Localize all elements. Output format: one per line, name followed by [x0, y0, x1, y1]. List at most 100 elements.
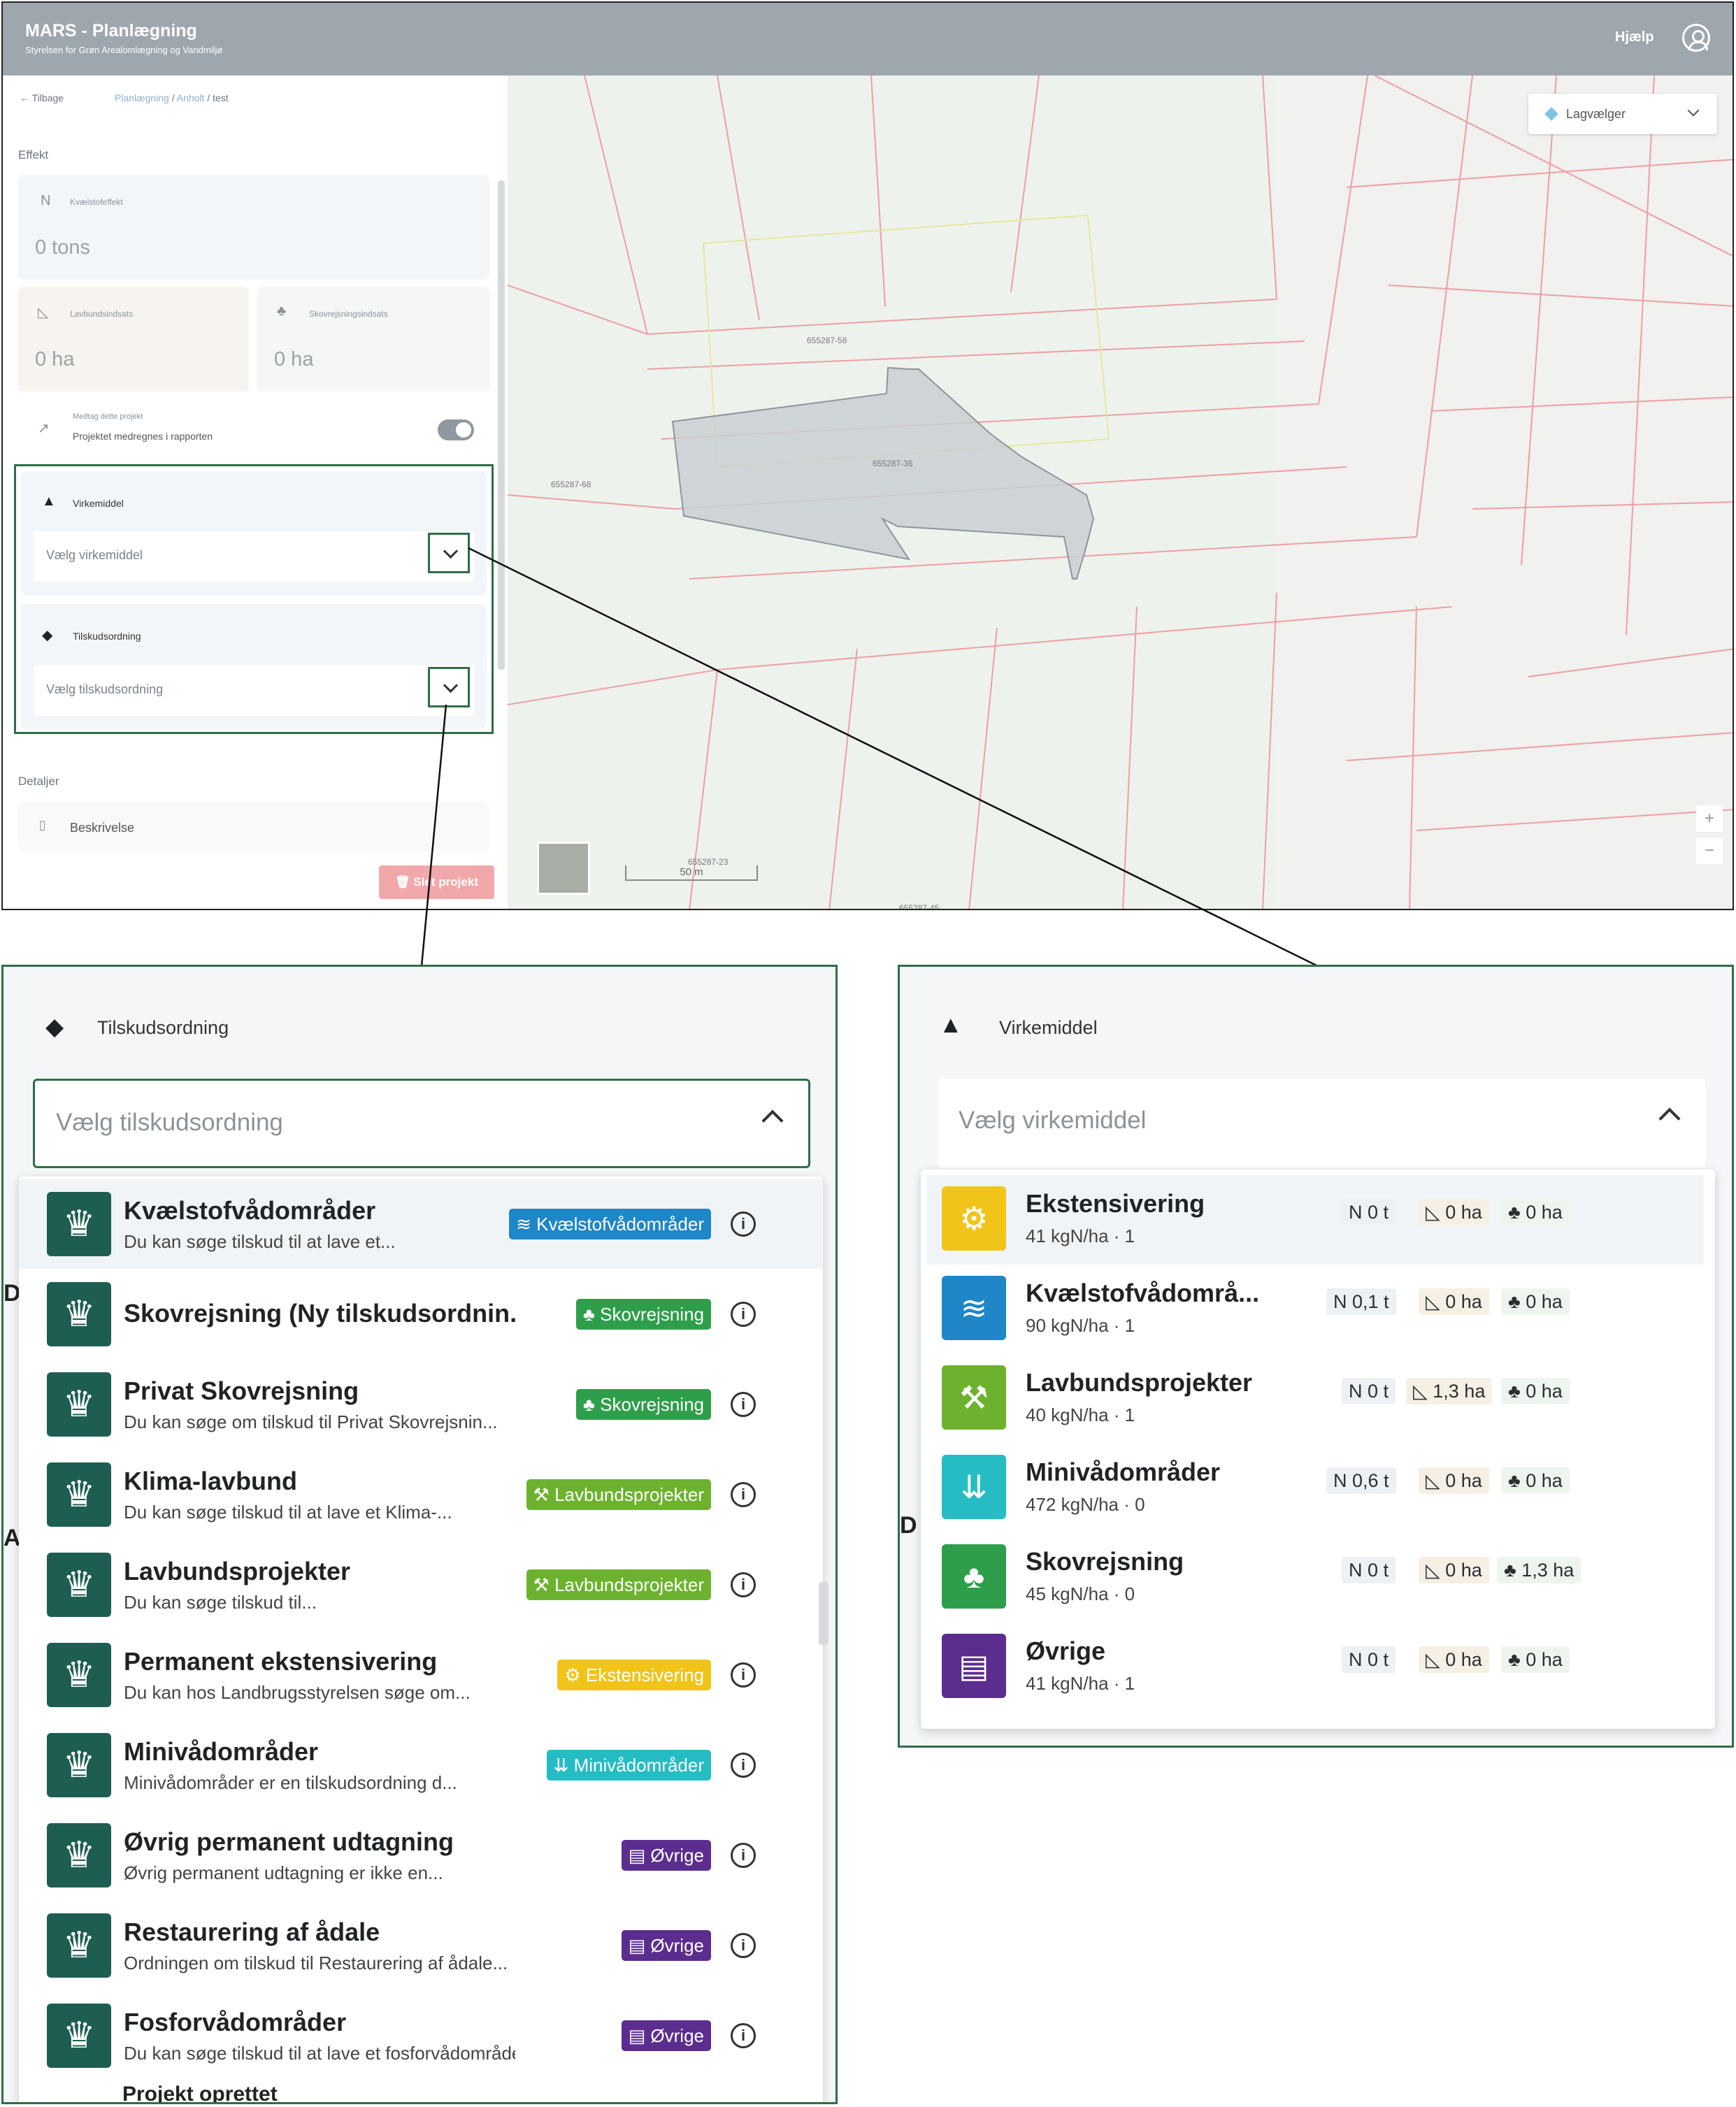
skov-stat-value: 0 ha — [1526, 1649, 1563, 1670]
tilskud-option[interactable]: ♛ Skovrejsning (Ny tilskudsordnin... ♣ Sko… — [19, 1270, 823, 1359]
tilskud-option[interactable]: ♛ Permanent ekstensivering Du kan hos Land… — [19, 1630, 823, 1720]
tag-icon: ♣ — [582, 1394, 595, 1415]
tilskud-option-desc: Minivådområder er en tilskudsordning d..… — [124, 1772, 457, 1793]
lavbund-stat-value: 0 ha — [1445, 1202, 1482, 1223]
virkemiddel-category-icon: ♣ — [942, 1544, 1006, 1609]
virkemiddel-option[interactable]: ⇊ Minivådområder 472 kgN/ha · 0 N 0,6 t ◺ 0 … — [926, 1444, 1704, 1533]
tilskud-option-title: Minivådområder — [124, 1737, 319, 1766]
tilskud-option[interactable]: ♛ Kvælstofvådområder Du kan søge tilskud t… — [19, 1179, 823, 1269]
skov-stat-value: 1,3 ha — [1521, 1560, 1574, 1581]
tilskud-option-desc: Ordningen om tilskud til Restaurering af… — [124, 1953, 508, 1973]
background-peek: D — [900, 1512, 917, 1539]
virkemiddel-category-icon: ⚙ — [942, 1186, 1006, 1251]
tilskud-option-desc: Du kan søge tilskud til at lave et... — [124, 1231, 396, 1252]
tilskud-panel-title: Tilskudsordning — [97, 1017, 229, 1038]
tilskud-option-desc: Du kan hos Landbrugsstyrelsen søge om... — [124, 1682, 471, 1703]
nitrogen-stat: N 0 t — [1342, 1557, 1396, 1583]
virkemiddel-panel-placeholder: Vælg virkemiddel — [959, 1107, 1147, 1134]
virkemiddel-option[interactable]: ♣ Skovrejsning 45 kgN/ha · 0 N 0 t ◺ 0 ha ♣ 1… — [926, 1533, 1704, 1623]
info-icon[interactable]: i — [731, 1662, 756, 1688]
info-icon[interactable]: i — [731, 1933, 756, 1958]
background-peek: D — [3, 1280, 21, 1307]
category-tag: ≋ Kvælstofvådområder — [509, 1209, 711, 1239]
virkemiddel-option-title: Lavbundsprojekter — [1026, 1368, 1253, 1397]
info-icon[interactable]: i — [731, 2023, 756, 2048]
virkemiddel-option[interactable]: ⚙ Ekstensivering 41 kgN/ha · 1 N 0 t ◺ 0 ha ♣… — [926, 1175, 1704, 1265]
nitrogen-stat: N 0 t — [1342, 1646, 1396, 1673]
virkemiddel-option-sub: 90 kgN/ha · 1 — [1026, 1315, 1135, 1336]
tag-icon: ⚒ — [533, 1484, 550, 1505]
tilskud-option[interactable]: ♛ Minivådområder Minivådområder er en tils… — [19, 1720, 823, 1810]
virkemiddel-dropdown-list: ⚙ Ekstensivering 41 kgN/ha · 1 N 0 t ◺ 0 ha ♣… — [921, 1170, 1715, 1729]
info-icon[interactable]: i — [731, 1843, 756, 1868]
nitrogen-stat: N 0 t — [1342, 1378, 1396, 1404]
tilskud-option-desc: Du kan søge om tilskud til Privat Skovre… — [124, 1411, 498, 1432]
virkemiddel-option-title: Skovrejsning — [1026, 1547, 1184, 1576]
tilskud-option-desc: Øvrig permanent udtagning er ikke en... — [124, 1862, 443, 1883]
virkemiddel-option-title: Ekstensivering — [1026, 1189, 1205, 1218]
skov-stat: ♣ 0 ha — [1501, 1288, 1570, 1315]
virkemiddel-category-icon: ⇊ — [942, 1455, 1006, 1519]
skov-stat-value: 0 ha — [1526, 1291, 1563, 1312]
tilskud-option-title: Skovrejsning (Ny tilskudsordnin... — [124, 1299, 515, 1328]
background-peek: A — [3, 1525, 21, 1551]
tag-icon: ◆ — [45, 1014, 64, 1040]
category-tag-label: Øvrige — [650, 1935, 704, 1956]
lavbund-stat-value: 0 ha — [1445, 1470, 1482, 1491]
tag-icon: ⚒ — [533, 1574, 550, 1595]
virkemiddel-category-icon: ≋ — [942, 1276, 1006, 1340]
tilskud-option-title: Kvælstofvådområder — [124, 1196, 376, 1225]
tilskud-option-title: Fosforvådområder — [124, 2008, 347, 2036]
virkemiddel-panel: ▲ Virkemiddel Vælg virkemiddel D ⚙ Eksten… — [898, 965, 1734, 1748]
info-icon[interactable]: i — [731, 1211, 756, 1237]
info-icon[interactable]: i — [731, 1302, 756, 1327]
tilskud-option[interactable]: ♛ Restaurering af ådale Ordningen om tilsk… — [19, 1901, 823, 1990]
category-tag-label: Ekstensivering — [585, 1664, 704, 1685]
virkemiddel-option[interactable]: ≋ Kvælstofvådområ... 90 kgN/ha · 1 N 0,1 t ◺… — [926, 1265, 1704, 1354]
virkemiddel-panel-title: Virkemiddel — [999, 1017, 1098, 1038]
virkemiddel-option-sub: 40 kgN/ha · 1 — [1026, 1404, 1135, 1425]
category-tag: ⚒ Lavbundsprojekter — [526, 1479, 711, 1510]
lavbund-stat-value: 1,3 ha — [1433, 1381, 1486, 1402]
skov-stat: ♣ 0 ha — [1501, 1199, 1570, 1225]
info-icon[interactable]: i — [731, 1753, 756, 1778]
info-icon[interactable]: i — [731, 1392, 756, 1417]
category-tag: ⚒ Lavbundsprojekter — [526, 1569, 711, 1600]
lavbund-stat-value: 0 ha — [1445, 1291, 1482, 1312]
skov-stat: ♣ 0 ha — [1501, 1378, 1570, 1404]
lavbund-stat: ◺ 0 ha — [1419, 1557, 1489, 1583]
nitrogen-stat: N 0,6 t — [1326, 1467, 1396, 1494]
category-tag: ▤ Øvrige — [621, 2020, 711, 2051]
tag-icon: ▤ — [628, 2025, 646, 2046]
tilskud-panel-select[interactable]: Vælg tilskudsordning — [33, 1079, 810, 1168]
background-peek: Projekt oprettet — [122, 2083, 278, 2104]
virkemiddel-panel-select[interactable]: Vælg virkemiddel — [938, 1079, 1705, 1168]
virkemiddel-option[interactable]: ⚒ Lavbundsprojekter 40 kgN/ha · 1 N 0 t ◺ 1,… — [926, 1354, 1704, 1444]
tilskud-option[interactable]: ♛ Privat Skovrejsning Du kan søge om tilsk… — [19, 1360, 823, 1449]
lavbund-stat: ◺ 0 ha — [1419, 1199, 1489, 1225]
category-tag-label: Lavbundsprojekter — [554, 1574, 704, 1595]
tilskud-option-title: Klima-lavbund — [124, 1467, 298, 1495]
virkemiddel-option[interactable]: ▤ Øvrige 41 kgN/ha · 1 N 0 t ◺ 0 ha ♣ 0 ha — [926, 1623, 1704, 1712]
skov-stat: ♣ 0 ha — [1501, 1646, 1570, 1673]
chevron-up-icon[interactable] — [1658, 1107, 1681, 1130]
lavbund-stat: ◺ 0 ha — [1419, 1467, 1489, 1494]
virkemiddel-option-title: Øvrige — [1026, 1637, 1106, 1665]
tilskud-option[interactable]: ♛ Øvrig permanent udtagning Øvrig permanen… — [19, 1811, 823, 1900]
tilskud-option[interactable]: ♛ Fosforvådområder Du kan søge tilskud til… — [19, 1991, 823, 2080]
dropdown-scrollbar[interactable] — [819, 1582, 828, 1645]
info-icon[interactable]: i — [731, 1572, 756, 1597]
tag-icon: ≋ — [516, 1214, 531, 1235]
lavbund-stat-value: 0 ha — [1445, 1649, 1482, 1670]
tilskud-option[interactable]: ♛ Klima-lavbund Du kan søge tilskud til at… — [19, 1450, 823, 1539]
tilskud-option-desc: Du kan søge tilskud til at lave et Klima… — [124, 1502, 452, 1523]
tag-icon: ⚙ — [564, 1664, 581, 1685]
tilskud-option[interactable]: ♛ Lavbundsprojekter Du kan søge tilskud ti… — [19, 1540, 823, 1630]
skov-stat-value: 0 ha — [1526, 1470, 1563, 1491]
tilskud-dropdown-list: ♛ Kvælstofvådområder Du kan søge tilskud t… — [19, 1177, 823, 2102]
info-icon[interactable]: i — [731, 1482, 756, 1507]
virkemiddel-option-sub: 41 kgN/ha · 1 — [1026, 1673, 1135, 1694]
category-tag-label: Øvrige — [650, 2025, 704, 2046]
crown-icon: ♛ — [47, 1733, 111, 1797]
chevron-up-icon[interactable] — [761, 1109, 784, 1132]
